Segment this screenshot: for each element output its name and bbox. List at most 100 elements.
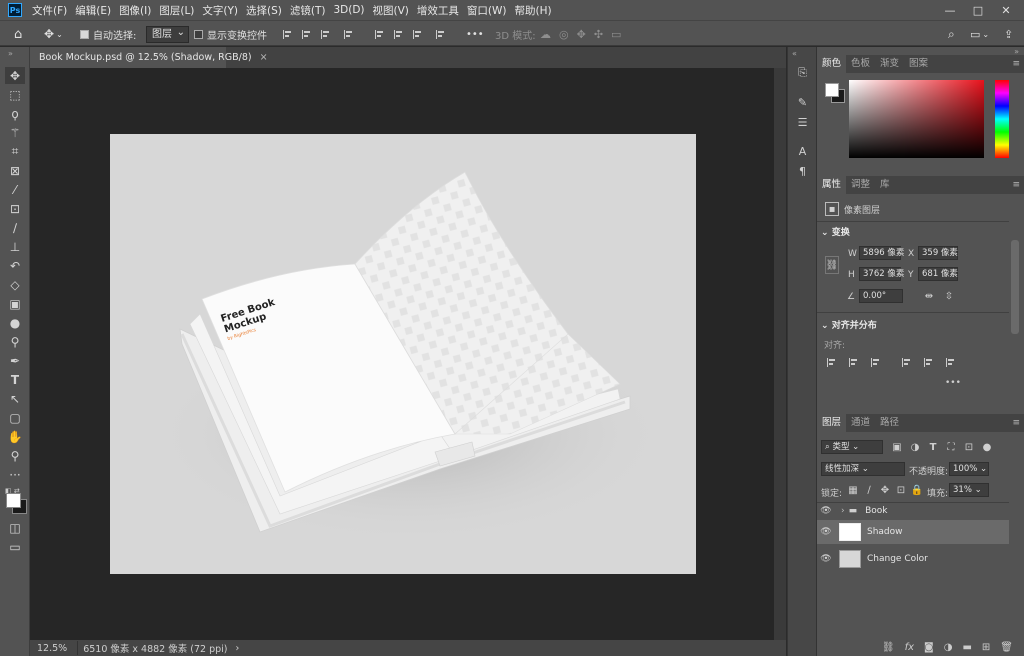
dodge-tool-icon[interactable]: ⚲ bbox=[5, 333, 25, 350]
prop-align-left-icon[interactable] bbox=[826, 356, 838, 368]
tab-properties[interactable]: 属性 bbox=[817, 176, 847, 194]
auto-select-target-value[interactable]: 图层 bbox=[146, 25, 189, 43]
filter-shape-icon[interactable]: ⛶ bbox=[945, 441, 957, 453]
hand-tool-icon[interactable]: ✋ bbox=[5, 428, 25, 445]
prop-align-vcenter-icon[interactable] bbox=[923, 356, 935, 368]
auto-select-target-dropdown[interactable]: 图层 bbox=[146, 25, 189, 43]
character-panel-icon[interactable]: A bbox=[794, 143, 811, 159]
align-section-header[interactable]: ⌄ 对齐并分布 bbox=[821, 318, 877, 331]
zoom-tool-icon[interactable]: ⚲ bbox=[5, 447, 25, 464]
prop-align-top-icon[interactable] bbox=[901, 356, 913, 368]
panel-menu-icon[interactable]: ≡ bbox=[1012, 59, 1020, 69]
fx-icon[interactable]: fx bbox=[905, 642, 914, 653]
lock-position-icon[interactable]: ✥ bbox=[879, 484, 891, 496]
history-brush-tool-icon[interactable]: ↶ bbox=[5, 257, 25, 274]
opacity-field[interactable]: 100% ⌄ bbox=[949, 462, 989, 476]
eyedropper-tool-icon[interactable]: ⁄ bbox=[5, 181, 25, 198]
trash-icon[interactable]: 🗑 bbox=[1000, 642, 1013, 653]
filter-adjustment-icon[interactable]: ◑ bbox=[909, 441, 921, 453]
layer-filter-dropdown[interactable]: ⌕ 类型 ⌄ bbox=[821, 440, 883, 454]
frame-tool-icon[interactable]: ⊠ bbox=[5, 162, 25, 179]
align-bottom-icon[interactable] bbox=[413, 25, 424, 43]
menu-select[interactable]: 选择(S) bbox=[242, 3, 286, 18]
healing-brush-tool-icon[interactable]: ⊡ bbox=[5, 200, 25, 217]
distribute-icon[interactable] bbox=[344, 25, 355, 43]
adjustments-icon[interactable]: ☰ bbox=[794, 114, 811, 130]
align-hcenter-icon[interactable] bbox=[302, 25, 313, 43]
vertical-scrollbar[interactable] bbox=[774, 68, 786, 640]
menu-3d[interactable]: 3D(D) bbox=[329, 4, 368, 16]
adjustment-layer-icon[interactable]: ◑ bbox=[944, 642, 953, 653]
history-panel-icon[interactable]: ⎘ bbox=[794, 65, 811, 81]
close-tab-icon[interactable]: × bbox=[260, 52, 268, 63]
y-field[interactable]: 681 像素 bbox=[918, 267, 958, 281]
lock-pixels-icon[interactable]: ∕ bbox=[863, 484, 875, 496]
tab-swatches[interactable]: 色板 bbox=[846, 55, 875, 73]
align-left-icon[interactable] bbox=[283, 25, 294, 43]
document-tab[interactable]: Book Mockup.psd @ 12.5% (Shadow, RGB/8) … bbox=[30, 47, 268, 68]
align-top-icon[interactable] bbox=[375, 25, 386, 43]
path-selection-tool-icon[interactable]: ↖ bbox=[5, 390, 25, 407]
color-foreground-swatch[interactable] bbox=[825, 83, 839, 97]
menu-plugins[interactable]: 增效工具 bbox=[413, 3, 463, 18]
link-layers-icon[interactable]: ⛓ bbox=[882, 642, 895, 653]
home-icon[interactable]: ⌂ bbox=[14, 25, 22, 43]
menu-help[interactable]: 帮助(H) bbox=[511, 3, 556, 18]
blend-mode-dropdown[interactable]: 线性加深 ⌄ bbox=[821, 462, 905, 476]
gradient-tool-icon[interactable]: ▣ bbox=[5, 295, 25, 312]
lock-artboard-icon[interactable]: ⊡ bbox=[895, 484, 907, 496]
align-vcenter-icon[interactable] bbox=[394, 25, 405, 43]
paragraph-panel-icon[interactable]: ¶ bbox=[794, 163, 811, 179]
type-tool-icon[interactable]: T bbox=[5, 371, 25, 388]
zoom-level[interactable]: 12.5% bbox=[30, 643, 77, 654]
x-field[interactable]: 359 像素 bbox=[918, 246, 958, 260]
properties-scrollbar[interactable] bbox=[1011, 240, 1019, 334]
brush-settings-icon[interactable]: ✎ bbox=[794, 94, 811, 110]
foreground-color-swatch[interactable] bbox=[6, 493, 21, 508]
tab-adjustments[interactable]: 调整 bbox=[846, 176, 875, 194]
angle-field[interactable]: 0.00° bbox=[859, 289, 903, 303]
new-layer-icon[interactable]: ⊞ bbox=[982, 642, 990, 653]
filter-smart-object-icon[interactable]: ⊡ bbox=[963, 441, 975, 453]
align-right-icon[interactable] bbox=[321, 25, 332, 43]
tab-gradients[interactable]: 渐变 bbox=[875, 55, 904, 73]
rectangle-tool-icon[interactable]: ▢ bbox=[5, 409, 25, 426]
distribute-vertical-icon[interactable] bbox=[436, 25, 447, 43]
menu-window[interactable]: 窗口(W) bbox=[463, 3, 511, 18]
tab-channels[interactable]: 通道 bbox=[846, 414, 875, 432]
menu-image[interactable]: 图像(I) bbox=[115, 3, 155, 18]
tab-libraries[interactable]: 库 bbox=[875, 176, 895, 194]
auto-select-checkbox[interactable] bbox=[80, 29, 89, 39]
flip-horizontal-icon[interactable]: ⇹ bbox=[923, 290, 935, 302]
prop-align-bottom-icon[interactable] bbox=[945, 356, 957, 368]
layer-row-shadow[interactable]: 👁 Shadow bbox=[817, 520, 1009, 544]
tab-layers[interactable]: 图层 bbox=[817, 414, 847, 432]
filter-pixel-icon[interactable]: ▣ bbox=[891, 441, 903, 453]
show-transform-checkbox[interactable] bbox=[194, 29, 203, 39]
visibility-eye-icon[interactable]: 👁 bbox=[817, 554, 835, 564]
fill-field[interactable]: 31% ⌄ bbox=[949, 483, 989, 497]
prop-align-right-icon[interactable] bbox=[870, 356, 882, 368]
properties-menu-icon[interactable]: ≡ bbox=[1012, 180, 1020, 190]
new-group-icon[interactable]: ▬ bbox=[962, 642, 971, 653]
move-tool-preset-icon[interactable]: ✥ ⌄ bbox=[44, 25, 63, 43]
document-canvas[interactable]: Free Book Mockup by RightsPics bbox=[110, 134, 696, 574]
color-saturation-field[interactable] bbox=[849, 80, 984, 158]
search-icon[interactable]: ⌕ bbox=[948, 25, 955, 43]
layers-menu-icon[interactable]: ≡ bbox=[1012, 418, 1020, 428]
menu-layer[interactable]: 图层(L) bbox=[155, 3, 198, 18]
link-dimensions-icon[interactable]: ⛓ bbox=[825, 256, 839, 274]
prop-align-hcenter-icon[interactable] bbox=[848, 356, 860, 368]
add-mask-icon[interactable]: ◙ bbox=[924, 642, 934, 653]
collapse-strip-icon[interactable]: « bbox=[792, 49, 797, 58]
collapse-toolbar-icon[interactable]: » bbox=[8, 49, 13, 58]
workspace-icon[interactable]: ▭ ⌄ bbox=[970, 25, 989, 43]
minimize-button[interactable]: — bbox=[936, 0, 964, 20]
brush-tool-icon[interactable]: ∕ bbox=[5, 219, 25, 236]
status-menu-arrow[interactable]: › bbox=[235, 643, 239, 654]
close-window-button[interactable]: ✕ bbox=[992, 0, 1020, 20]
blur-tool-icon[interactable]: ● bbox=[5, 314, 25, 331]
layer-row-change-color[interactable]: 👁 Change Color bbox=[817, 547, 1009, 571]
tab-patterns[interactable]: 图案 bbox=[904, 55, 933, 73]
width-field[interactable]: 5896 像素 bbox=[859, 246, 904, 260]
